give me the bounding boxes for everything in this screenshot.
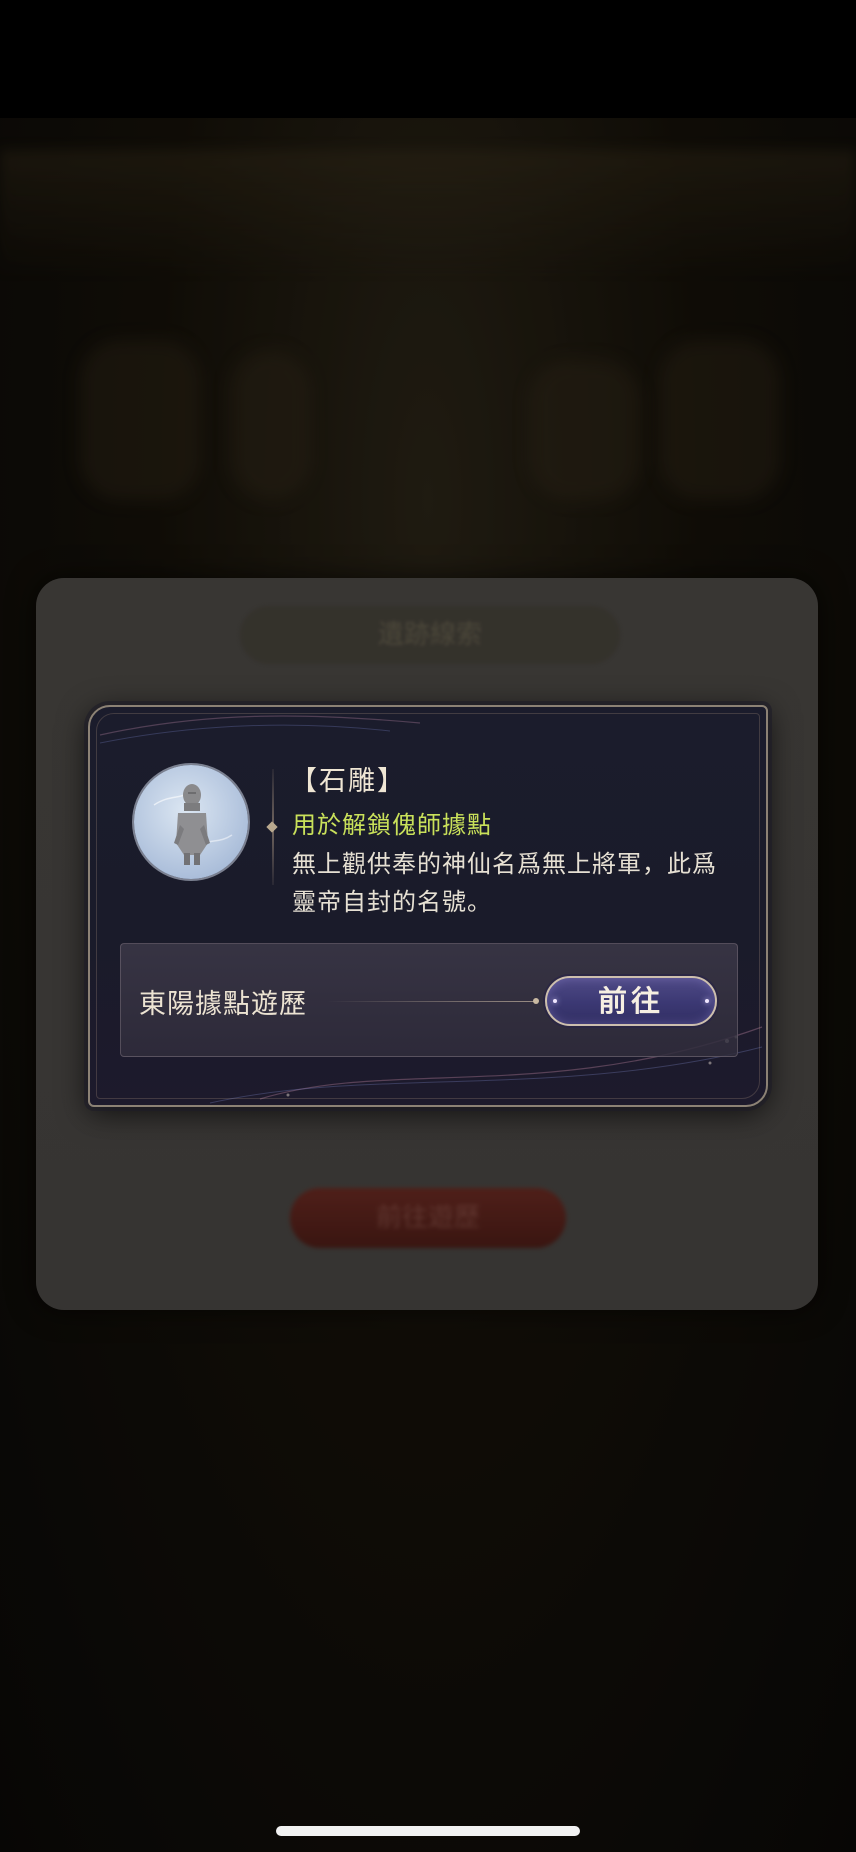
item-info-popup: 【石雕】 用於解鎖傀師據點 無上觀供奉的神仙名爲無上將軍，此爲靈帝自封的名號。 … bbox=[88, 705, 768, 1107]
item-description: 無上觀供奉的神仙名爲無上將軍，此爲靈帝自封的名號。 bbox=[292, 850, 717, 916]
source-connector-dot bbox=[533, 998, 539, 1004]
source-label: 東陽據點遊歷 bbox=[139, 989, 307, 1020]
stone-statue-icon[interactable] bbox=[134, 765, 248, 879]
sparkle-icon bbox=[705, 999, 709, 1003]
goto-button-label: 前往 bbox=[597, 984, 664, 1018]
game-screen: 遺跡線索 前往遊歷 【石雕】 用於解鎖傀師據點 無上觀供奉的神仙名爲無上將軍，此… bbox=[0, 0, 856, 1852]
item-name: 【石雕】 bbox=[290, 766, 406, 797]
source-connector-line bbox=[327, 1001, 537, 1002]
sparkle-icon bbox=[553, 999, 557, 1003]
divider-ornament bbox=[266, 821, 278, 833]
item-usage: 用於解鎖傀師據點 bbox=[292, 811, 492, 839]
source-row: 東陽據點遊歷 前往 bbox=[120, 943, 738, 1057]
goto-button[interactable]: 前往 bbox=[545, 976, 717, 1026]
home-indicator[interactable] bbox=[276, 1826, 580, 1836]
